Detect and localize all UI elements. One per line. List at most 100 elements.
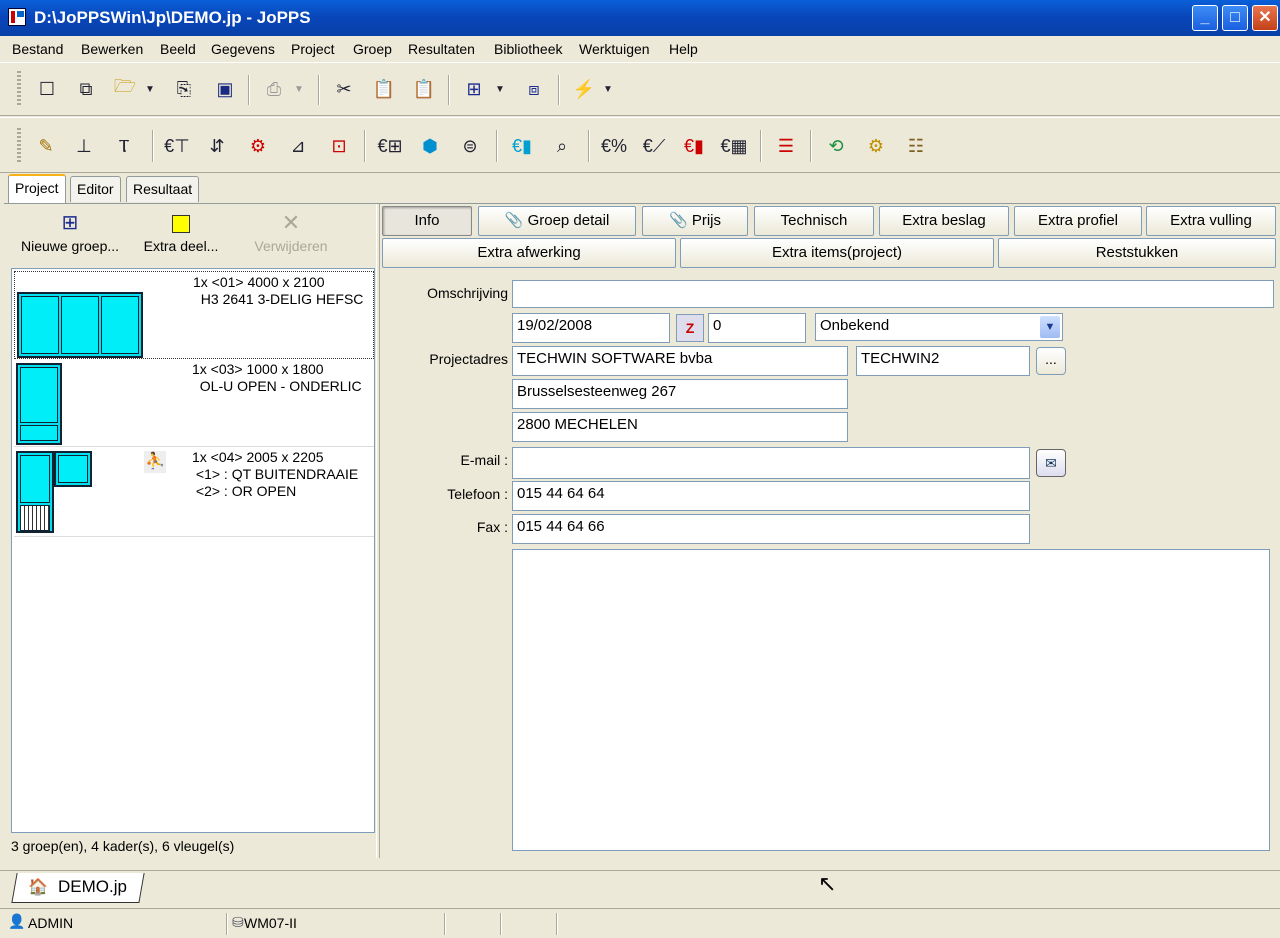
company-field[interactable]: TECHWIN SOFTWARE bvba (512, 346, 848, 376)
remove-label: Verwijderen (254, 238, 328, 254)
list-item[interactable]: 1x <03> 1000 x 1800 OL-U OPEN - ONDERLIC (14, 361, 374, 447)
settings-icon[interactable]: ⚙ (862, 132, 890, 160)
cube-icon[interactable]: ⬢ (416, 132, 444, 160)
toolbar-grip[interactable] (17, 71, 21, 107)
menu-resultaten[interactable]: Resultaten (408, 41, 475, 57)
copy-doc-icon[interactable]: ⧉ (72, 75, 100, 103)
date-field[interactable]: 19/02/2008 (512, 313, 670, 343)
tab-extra-items[interactable]: Extra items(project) (680, 238, 994, 268)
new-icon[interactable]: ☐ (33, 75, 61, 103)
description-field[interactable] (512, 280, 1274, 308)
minimize-button[interactable]: _ (1192, 5, 1218, 31)
dropdown-icon[interactable]: ▼ (143, 75, 157, 103)
menu-groep[interactable]: Groep (353, 41, 392, 57)
dropdown-icon[interactable]: ▼ (601, 75, 615, 103)
menu-bibliotheek[interactable]: Bibliotheek (494, 41, 563, 57)
price-table-icon[interactable]: €▦ (720, 132, 748, 160)
tab-groep-detail-label: Groep detail (527, 212, 610, 229)
street-field[interactable]: Brusselsesteenweg 267 (512, 379, 848, 409)
tab-technisch[interactable]: Technisch (754, 206, 874, 236)
extra-part-label: Extra deel... (143, 238, 219, 254)
frame-tool-icon[interactable]: Ⲧ (110, 132, 138, 160)
price-chart-icon[interactable]: €⟋ (640, 132, 668, 160)
hardware-icon[interactable]: ⚙ (244, 132, 272, 160)
notes-textarea[interactable] (512, 549, 1270, 851)
chevron-down-icon[interactable]: ▼ (1040, 316, 1060, 338)
lightning-icon[interactable]: ⚡ (570, 75, 598, 103)
number-field[interactable]: 0 (708, 313, 806, 343)
tab-extra-beslag[interactable]: Extra beslag (879, 206, 1009, 236)
menu-bestand[interactable]: Bestand (12, 41, 63, 57)
glazing-icon[interactable]: ⊿ (284, 132, 312, 160)
stack-icon[interactable]: ☷ (902, 132, 930, 160)
tab-project[interactable]: Project (8, 174, 66, 204)
menu-werktuigen[interactable]: Werktuigen (579, 41, 650, 57)
menu-help[interactable]: Help (669, 41, 698, 57)
new-group-icon[interactable]: ⊞ (460, 75, 488, 103)
price-search-icon[interactable]: ⌕ (548, 132, 576, 160)
paste-icon[interactable]: 📋 (370, 75, 398, 103)
email-field[interactable] (512, 447, 1030, 479)
open-folder-icon[interactable]: 🗁 (111, 75, 139, 103)
tab-info[interactable]: Info (382, 206, 472, 236)
extra-part-button[interactable]: Extra deel... (136, 210, 226, 264)
dimension-icon[interactable]: ⇵ (203, 132, 231, 160)
tab-extra-vulling[interactable]: Extra vulling (1146, 206, 1276, 236)
list-item[interactable]: ⛹ 1x <04> 2005 x 2205 <1> : QT BUITENDRA… (14, 449, 374, 537)
menu-gegevens[interactable]: Gegevens (211, 41, 275, 57)
tab-extra-profiel[interactable]: Extra profiel (1014, 206, 1142, 236)
tab-extra-afwerking[interactable]: Extra afwerking (382, 238, 676, 268)
new-group-button[interactable]: ⊞ Nieuwe groep... (14, 210, 126, 264)
person-icon: ⛹ (144, 451, 166, 473)
price-bar-icon[interactable]: €▮ (680, 132, 708, 160)
export-icon[interactable]: ⎘ (170, 75, 198, 103)
extra-part-icon (136, 210, 226, 238)
splitter[interactable] (376, 204, 380, 858)
price-profile-icon[interactable]: €⊤ (163, 132, 191, 160)
toolbar-grip[interactable] (17, 128, 21, 164)
menu-project[interactable]: Project (291, 41, 335, 57)
price-glass-icon[interactable]: €▮ (508, 132, 536, 160)
window-thumbnail (16, 451, 54, 533)
group-list[interactable]: 1x <01> 4000 x 2100 H3 2641 3-DELIG HEFS… (11, 268, 375, 833)
menu-bar: Bestand Bewerken Beeld Gegevens Project … (0, 36, 1280, 62)
calendar-icon[interactable]: Z (676, 314, 704, 342)
browse-button[interactable]: ... (1036, 347, 1066, 375)
profile-tool-icon[interactable]: ✎ (32, 132, 60, 160)
menu-beeld[interactable]: Beeld (160, 41, 196, 57)
cut-icon[interactable]: ✂ (330, 75, 358, 103)
sections-icon[interactable]: ⊜ (456, 132, 484, 160)
price-window-icon[interactable]: €⊞ (376, 132, 404, 160)
status-divider (556, 913, 558, 935)
city-field[interactable]: 2800 MECHELEN (512, 412, 848, 442)
section-tool-icon[interactable]: ⊥ (70, 132, 98, 160)
tab-groep-detail[interactable]: 📎 Groep detail (478, 206, 636, 236)
tab-resultaat[interactable]: Resultaat (126, 176, 200, 202)
group-dimensions: 1x <04> 2005 x 2205 (192, 449, 324, 465)
doc-tab-label[interactable]: DEMO.jp (58, 877, 127, 897)
refresh-icon[interactable]: ⟲ (822, 132, 850, 160)
maximize-button[interactable]: □ (1222, 5, 1248, 31)
panel-icon[interactable]: ⊡ (325, 132, 353, 160)
tab-reststukken[interactable]: Reststukken (998, 238, 1276, 268)
percent-icon[interactable]: €% (600, 132, 628, 160)
mail-icon[interactable]: ✉ (1036, 449, 1066, 477)
status-divider (226, 913, 228, 935)
window-thumbnail (54, 451, 92, 487)
save-icon[interactable]: ▣ (211, 75, 239, 103)
title-bar[interactable]: D:\JoPPSWin\Jp\DEMO.jp - JoPPS _ □ ✕ (0, 0, 1280, 36)
tab-editor[interactable]: Editor (70, 176, 121, 202)
list-item[interactable]: 1x <01> 4000 x 2100 H3 2641 3-DELIG HEFS… (14, 271, 374, 359)
status-select[interactable]: Onbekend ▼ (815, 313, 1063, 341)
toolbar-tools: ✎ ⊥ Ⲧ €⊤ ⇵ ⚙ ⊿ ⊡ €⊞ ⬢ ⊜ €▮ ⌕ €% €⟋ €▮ €▦… (0, 117, 1280, 173)
tab-prijs[interactable]: 📎 Prijs (642, 206, 748, 236)
mouse-cursor-icon: ↖ (818, 871, 837, 896)
code-field[interactable]: TECHWIN2 (856, 346, 1030, 376)
fax-field[interactable]: 015 44 64 66 (512, 514, 1030, 544)
list-icon[interactable]: ☰ (772, 132, 800, 160)
close-button[interactable]: ✕ (1252, 5, 1278, 31)
dropdown-icon[interactable]: ▼ (493, 75, 507, 103)
phone-field[interactable]: 015 44 64 64 (512, 481, 1030, 511)
window-icon[interactable]: ⧈ (520, 75, 548, 103)
menu-bewerken[interactable]: Bewerken (81, 41, 143, 57)
